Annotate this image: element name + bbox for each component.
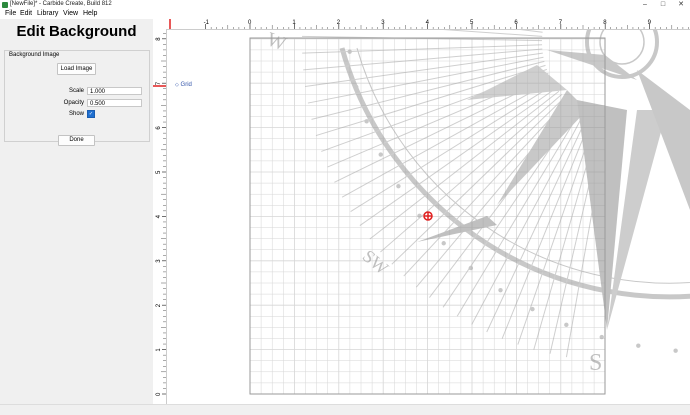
h-ruler-label: 1 — [292, 20, 296, 26]
v-ruler-label: 1 — [156, 348, 162, 352]
minimize-button[interactable]: – — [636, 0, 654, 10]
horizontal-ruler: -1 0 1 2 3 4 5 6 7 8 9 — [166, 19, 690, 30]
vertical-ruler: 8 7 6 5 4 3 2 1 0 — [153, 29, 167, 404]
done-button[interactable]: Done — [58, 135, 95, 146]
group-label: Background Image — [9, 52, 60, 58]
v-ruler-label: 3 — [156, 259, 162, 263]
h-ruler-label: 8 — [603, 20, 607, 26]
canvas-svg: W SW S — [249, 30, 690, 395]
status-bar — [0, 404, 690, 415]
menu-library[interactable]: Library — [37, 10, 58, 18]
scale-input[interactable]: 1.000 — [87, 87, 142, 95]
cursor-marker[interactable] — [423, 211, 433, 221]
h-ruler-label: -1 — [204, 20, 210, 26]
v-ruler-label: 8 — [156, 37, 162, 41]
menu-edit[interactable]: Edit — [20, 10, 32, 18]
h-ruler-label: 3 — [381, 20, 385, 26]
h-ruler-label: 6 — [514, 20, 518, 26]
menu-file[interactable]: File — [5, 10, 16, 18]
opacity-input[interactable]: 0.500 — [87, 99, 142, 107]
h-ruler-label: 4 — [426, 20, 430, 26]
opacity-label: Opacity — [63, 100, 84, 106]
maximize-button[interactable]: □ — [654, 0, 672, 10]
grid-icon: ◇ — [175, 82, 179, 88]
window-title: [NewFile]* - Carbide Create, Build 812 — [10, 1, 112, 7]
menu-view[interactable]: View — [63, 10, 78, 18]
menu-bar: File Edit Library View Help — [0, 10, 690, 19]
h-ruler-label: 0 — [248, 20, 252, 26]
h-ruler-label: 5 — [470, 20, 474, 26]
load-image-button[interactable]: Load Image — [57, 63, 96, 75]
v-ruler-label: 5 — [156, 170, 162, 174]
v-ruler-label: 4 — [156, 214, 162, 218]
v-ruler-label: 6 — [156, 126, 162, 130]
grid-toggle[interactable]: ◇ Grid — [175, 82, 192, 88]
v-ruler-label: 7 — [156, 81, 162, 85]
grid-label: Grid — [180, 82, 192, 88]
compass-letter-s: S — [589, 350, 602, 376]
app-icon — [2, 2, 8, 8]
window-controls: – □ ✕ — [636, 0, 690, 10]
show-label: Show — [68, 111, 84, 117]
h-ruler-label: 9 — [648, 20, 652, 26]
title-bar: [NewFile]* - Carbide Create, Build 812 –… — [0, 0, 690, 10]
v-ruler-label: 2 — [156, 303, 162, 307]
v-ruler-label: 0 — [156, 392, 162, 396]
menu-help[interactable]: Help — [83, 10, 97, 18]
panel-title: Edit Background — [16, 23, 137, 40]
show-checkbox[interactable]: ✓ — [87, 110, 95, 118]
edit-background-panel: Edit Background Background Image Load Im… — [0, 19, 154, 404]
h-ruler-label: 2 — [337, 20, 341, 26]
close-button[interactable]: ✕ — [672, 0, 690, 10]
scale-label: Scale — [68, 88, 84, 94]
h-ruler-label: 7 — [559, 20, 563, 26]
design-canvas[interactable]: W SW S — [167, 30, 690, 404]
